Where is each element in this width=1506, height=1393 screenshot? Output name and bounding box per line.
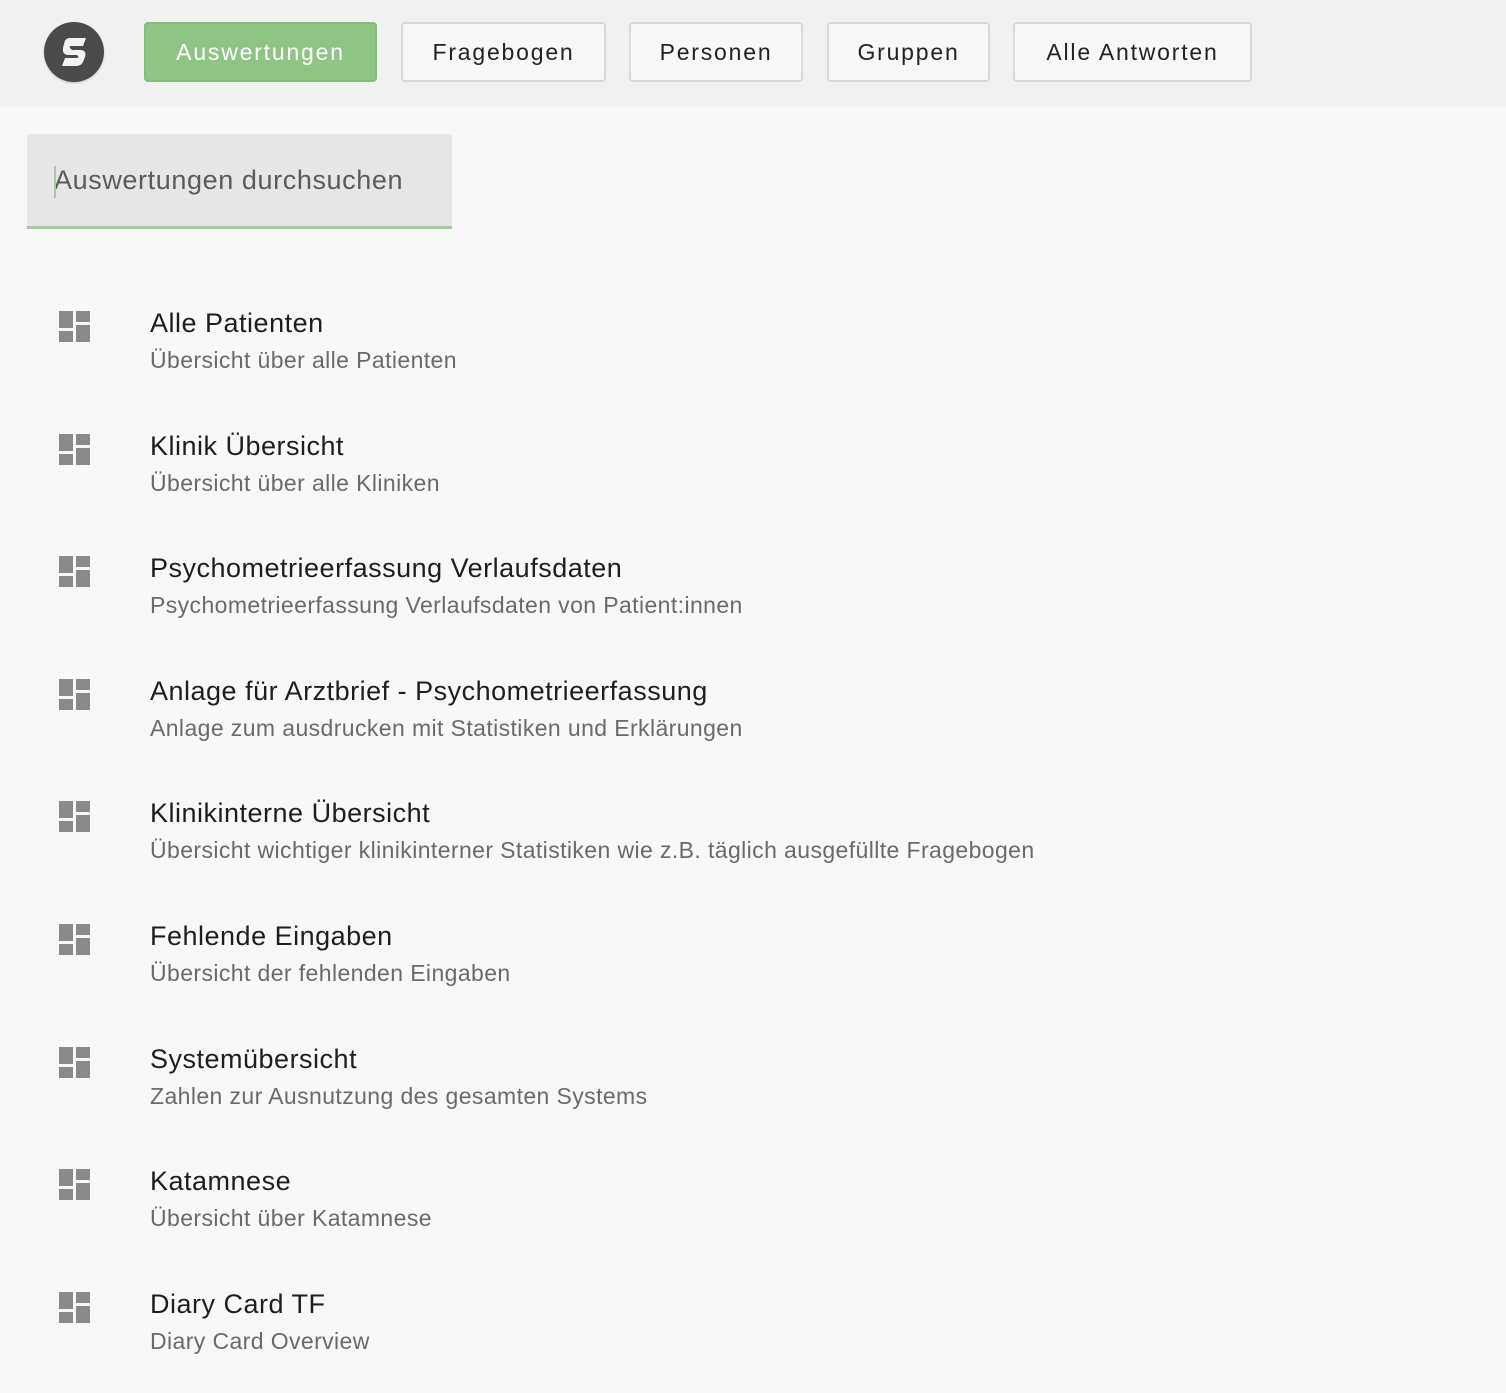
list-item-subtitle: Übersicht über Katamnese (150, 1205, 432, 1232)
dashboard-icon (59, 1046, 90, 1078)
dashboard-icon (59, 923, 90, 955)
list-item-title: Psychometrieerfassung Verlaufsdaten (150, 553, 623, 584)
list-item-subtitle: Übersicht der fehlenden Eingaben (150, 959, 511, 986)
list-item-subtitle: Übersicht über alle Kliniken (150, 469, 440, 496)
list-item-title: Klinik Übersicht (150, 430, 345, 461)
list-item-klinik-uebersicht[interactable]: Klinik Übersicht Übersicht über alle Kli… (0, 413, 1506, 536)
list-item-systemuebersicht[interactable]: Systemübersicht Zahlen zur Ausnutzung de… (0, 1026, 1506, 1149)
dashboard-icon (59, 433, 90, 465)
list-item-title: Alle Patienten (150, 308, 324, 338)
text-cursor (54, 166, 56, 198)
dashboard-icon (59, 311, 90, 342)
list-item-title: Diary Card TF (150, 1288, 326, 1319)
dashboard-icon (59, 1169, 90, 1201)
dashboard-icon (59, 678, 90, 710)
list-item-subtitle: Anlage zum ausdrucken mit Statistiken un… (150, 714, 743, 741)
s-logo-icon[interactable] (44, 22, 104, 82)
list-item-klinikinterne-uebersicht[interactable]: Klinikinterne Übersicht Übersicht wichti… (0, 780, 1506, 903)
list-item-psychometrieerfassung-verlaufsdaten[interactable]: Psychometrieerfassung Verlaufsdaten Psyc… (0, 535, 1506, 658)
list-item-subtitle: Zahlen zur Ausnutzung des gesamten Syste… (150, 1082, 648, 1109)
list-item-subtitle: Übersicht wichtiger klinikinterner Stati… (150, 837, 1035, 864)
nav-tab-fragebogen[interactable]: Fragebogen (401, 22, 606, 82)
list-item-anlage-arztbrief[interactable]: Anlage für Arztbrief - Psychometrieerfas… (0, 658, 1506, 781)
list-item-katamnese[interactable]: Katamnese Übersicht über Katamnese (0, 1148, 1506, 1271)
list-item-title: Klinikinterne Übersicht (150, 798, 431, 829)
list-item-title: Systemübersicht (150, 1043, 358, 1074)
dashboard-icon (59, 801, 90, 833)
nav-tab-auswertungen[interactable]: Auswertungen (144, 22, 377, 82)
list-item-diary-card-tf[interactable]: Diary Card TF Diary Card Overview (0, 1271, 1506, 1393)
list-item-subtitle: Psychometrieerfassung Verlaufsdaten von … (150, 592, 743, 619)
dashboard-icon (59, 556, 90, 588)
search-field[interactable] (27, 134, 452, 229)
dashboard-icon (59, 1291, 90, 1323)
list-item-title: Fehlende Eingaben (150, 920, 393, 951)
nav-tab-alle-antworten[interactable]: Alle Antworten (1013, 22, 1252, 82)
list-item-fehlende-eingaben[interactable]: Fehlende Eingaben Übersicht der fehlende… (0, 903, 1506, 1026)
top-navigation-bar: Auswertungen Fragebogen Personen Gruppen… (0, 0, 1506, 106)
nav-tab-gruppen[interactable]: Gruppen (827, 22, 990, 82)
list-item-title: Anlage für Arztbrief - Psychometrieerfas… (150, 675, 708, 706)
list-item-subtitle: Diary Card Overview (150, 1327, 370, 1354)
search-input[interactable] (27, 134, 452, 226)
list-item-subtitle: Übersicht über alle Patienten (150, 347, 457, 373)
nav-tab-personen[interactable]: Personen (629, 22, 803, 82)
list-item-title: Katamnese (150, 1166, 292, 1197)
list-item-alle-patienten[interactable]: Alle Patienten Übersicht über alle Patie… (0, 290, 1506, 413)
evaluation-list: Alle Patienten Übersicht über alle Patie… (0, 290, 1506, 1393)
